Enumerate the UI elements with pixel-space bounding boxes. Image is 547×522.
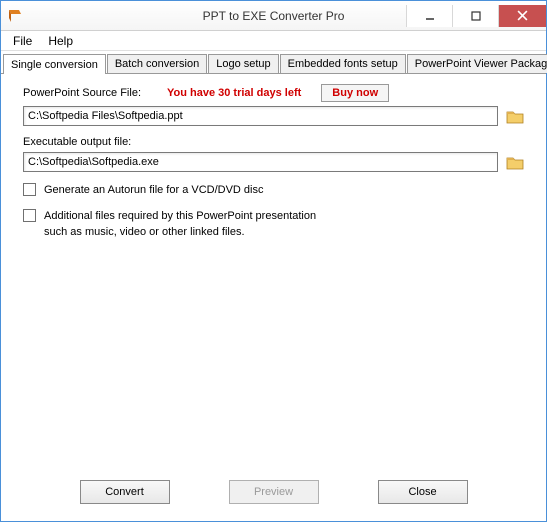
tabbar: Single conversion Batch conversion Logo … [1,51,546,74]
bottom-button-bar: Convert Preview Close [0,480,547,504]
menu-file[interactable]: File [5,32,40,50]
convert-button[interactable]: Convert [80,480,170,504]
additional-files-checkbox[interactable] [23,209,36,222]
tab-embedded-fonts[interactable]: Embedded fonts setup [280,54,406,73]
window-controls [406,5,546,27]
trial-notice: You have 30 trial days left [167,87,301,99]
tab-logo-setup[interactable]: Logo setup [208,54,278,73]
menubar: File Help [1,31,546,51]
tab-viewer-package[interactable]: PowerPoint Viewer Package [407,54,547,73]
source-file-input[interactable] [23,106,498,126]
maximize-button[interactable] [452,5,498,27]
tab-batch-conversion[interactable]: Batch conversion [107,54,207,73]
tab-single-conversion[interactable]: Single conversion [3,54,106,74]
preview-button: Preview [229,480,319,504]
browse-output-icon[interactable] [506,154,524,170]
minimize-button[interactable] [406,5,452,27]
close-window-button[interactable] [498,5,546,27]
autorun-checkbox[interactable] [23,183,36,196]
additional-files-label: Additional files required by this PowerP… [44,208,316,240]
browse-source-icon[interactable] [506,108,524,124]
output-file-input[interactable] [23,152,498,172]
source-file-label: PowerPoint Source File: [23,87,141,99]
output-file-label: Executable output file: [23,136,131,148]
close-button[interactable]: Close [378,480,468,504]
app-icon [7,8,23,24]
autorun-label: Generate an Autorun file for a VCD/DVD d… [44,182,264,198]
buy-now-button[interactable]: Buy now [321,84,389,102]
menu-help[interactable]: Help [40,32,81,50]
tab-content: PowerPoint Source File: You have 30 tria… [1,74,546,256]
titlebar: PPT to EXE Converter Pro [1,1,546,31]
